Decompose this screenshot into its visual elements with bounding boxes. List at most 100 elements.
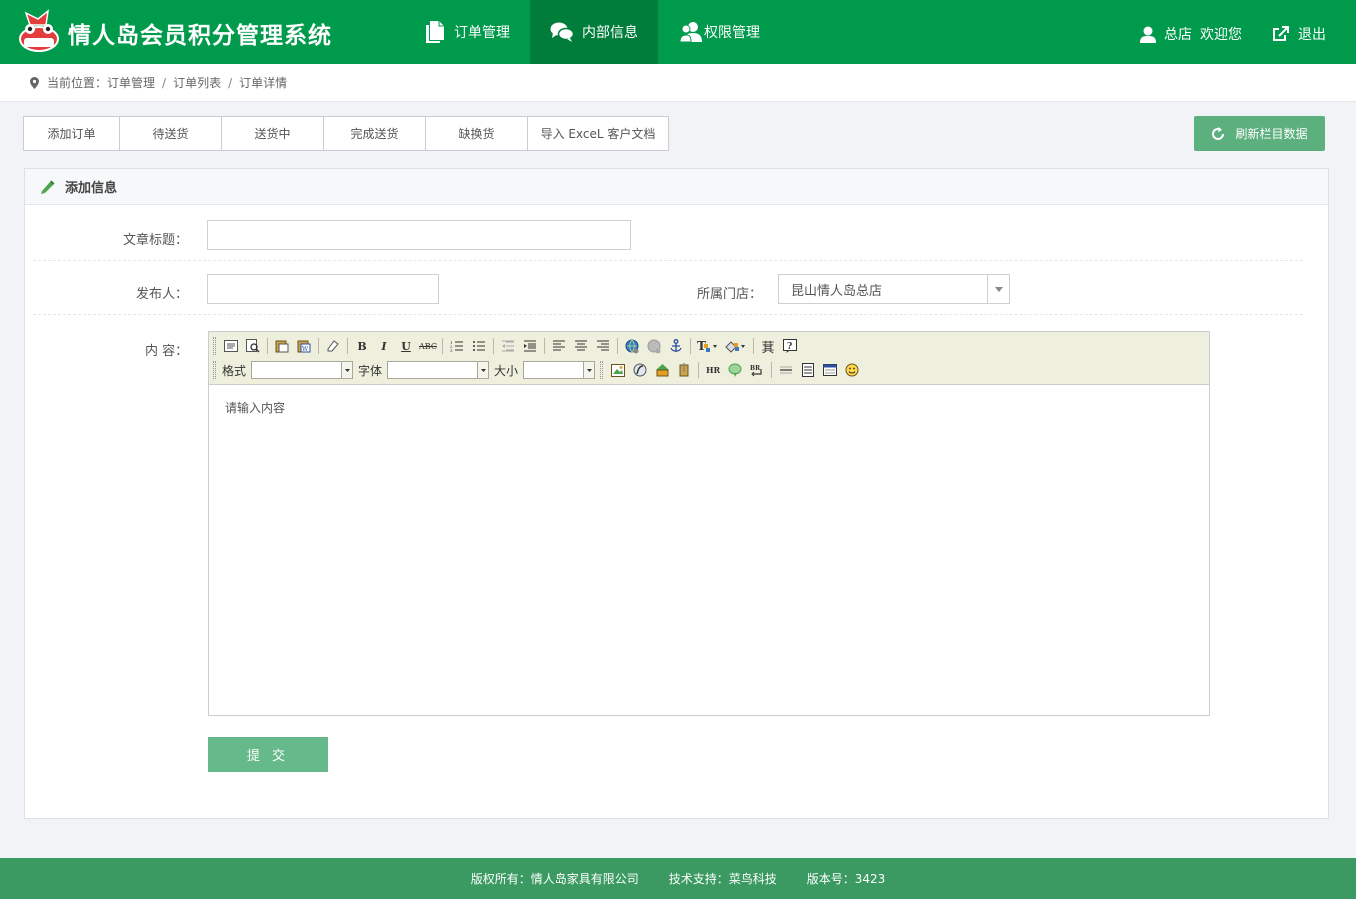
font-label: 字体 xyxy=(358,363,383,378)
submit-button[interactable]: 提 交 xyxy=(208,737,328,772)
nav-permission-management[interactable]: 权限管理 xyxy=(658,0,780,64)
preview-icon[interactable] xyxy=(242,336,264,356)
anchor-icon[interactable] xyxy=(665,336,687,356)
caret-down-icon xyxy=(994,286,1003,292)
breadcrumb-item-order-list[interactable]: 订单列表 xyxy=(173,74,221,91)
editor-content-area[interactable]: 请输入内容 xyxy=(209,385,1209,715)
help-icon[interactable]: ? xyxy=(779,336,801,356)
add-info-panel: 添加信息 文章标题： 发布人： 所属门店： 昆山情人岛总店 内 容： W B I… xyxy=(24,168,1329,819)
store-name: 总店 xyxy=(1164,27,1192,43)
tab-delivering[interactable]: 送货中 xyxy=(222,117,324,150)
footer-version: 版本号：3423 xyxy=(806,872,886,886)
background-color-icon[interactable] xyxy=(722,336,750,356)
image-icon[interactable] xyxy=(607,360,629,380)
toolbar-separator xyxy=(267,338,268,354)
unordered-list-icon[interactable] xyxy=(468,336,490,356)
publisher-input[interactable] xyxy=(207,274,439,304)
svg-text:BR: BR xyxy=(750,365,761,372)
flash-icon[interactable] xyxy=(629,360,651,380)
svg-text:W: W xyxy=(302,346,309,353)
panel-header: 添加信息 xyxy=(25,169,1328,205)
pencil-icon xyxy=(41,180,55,194)
panel-title: 添加信息 xyxy=(65,181,118,196)
tab-delivered[interactable]: 完成送货 xyxy=(324,117,426,150)
logout-button[interactable]: 退出 xyxy=(1272,24,1326,44)
ordered-list-icon[interactable]: 123 xyxy=(446,336,468,356)
eraser-icon[interactable] xyxy=(322,336,344,356)
line-break-icon[interactable]: BR xyxy=(746,360,768,380)
format-select[interactable] xyxy=(251,361,354,379)
toolbar-separator xyxy=(753,338,754,354)
toolbar-separator xyxy=(493,338,494,354)
italic-icon[interactable]: I xyxy=(373,336,395,356)
size-label: 大小 xyxy=(494,363,519,378)
footer-copyright: 版权所有：情人岛家具有限公司 xyxy=(470,872,639,886)
publisher-label: 发布人： xyxy=(135,287,188,302)
user-icon xyxy=(1140,26,1156,43)
caret-down-icon xyxy=(344,368,350,372)
refresh-data-button[interactable]: 刷新栏目数据 xyxy=(1194,116,1325,151)
document-icon xyxy=(426,21,444,43)
breadcrumb-prefix: 当前位置： xyxy=(47,76,108,90)
breadcrumb: 当前位置： 订单管理 / 订单列表 / 订单详情 xyxy=(0,64,1356,102)
toolbar-grip xyxy=(213,337,216,355)
size-select[interactable] xyxy=(523,361,596,379)
align-right-icon[interactable] xyxy=(592,336,614,356)
breadcrumb-item-order-management[interactable]: 订单管理 xyxy=(107,74,155,91)
editor-toolbar: W B I U ABC 123 T 萁 ? 格式 字体 大小 HR BR xyxy=(209,332,1209,385)
nav-internal-info[interactable]: 内部信息 xyxy=(530,0,658,64)
tab-out-of-stock[interactable]: 缺换货 xyxy=(426,117,528,150)
toolbar-separator xyxy=(544,338,545,354)
font-select[interactable] xyxy=(387,361,490,379)
order-tabs: 添加订单 待送货 送货中 完成送货 缺换货 导入 ExceL 客户文档 xyxy=(23,116,669,151)
source-icon[interactable] xyxy=(220,336,242,356)
bold-icon[interactable]: B xyxy=(351,336,373,356)
indent-icon[interactable] xyxy=(519,336,541,356)
table-icon[interactable]: HR xyxy=(702,360,724,380)
store-select[interactable]: 昆山情人岛总店 xyxy=(778,274,1010,304)
paste-icon[interactable] xyxy=(271,336,293,356)
form-row-publisher: 发布人： 所属门店： 昆山情人岛总店 xyxy=(33,261,1303,315)
unlink-icon[interactable] xyxy=(643,336,665,356)
traditional-chinese-icon[interactable]: 萁 xyxy=(757,336,779,356)
media-icon[interactable] xyxy=(651,360,673,380)
svg-text:3: 3 xyxy=(450,348,453,352)
tab-pending-delivery[interactable]: 待送货 xyxy=(120,117,222,150)
page-break-icon[interactable] xyxy=(797,360,819,380)
outdent-icon[interactable] xyxy=(497,336,519,356)
attachment-icon[interactable] xyxy=(673,360,695,380)
title-input[interactable] xyxy=(207,220,631,250)
editor-placeholder: 请输入内容 xyxy=(225,401,286,415)
tab-add-order[interactable]: 添加订单 xyxy=(24,117,120,150)
breadcrumb-item-order-detail: 订单详情 xyxy=(239,76,288,90)
text-color-icon[interactable]: T xyxy=(694,336,722,356)
horizontal-rule-icon[interactable] xyxy=(775,360,797,380)
content-label: 内 容： xyxy=(145,344,189,359)
paste-word-icon[interactable]: W xyxy=(293,336,315,356)
link-icon[interactable] xyxy=(621,336,643,356)
smiley-icon[interactable] xyxy=(841,360,863,380)
calendar-icon[interactable] xyxy=(819,360,841,380)
main-nav: 订单管理 内部信息 权限管理 xyxy=(404,0,780,64)
align-center-icon[interactable] xyxy=(570,336,592,356)
align-left-icon[interactable] xyxy=(548,336,570,356)
combo-arrow xyxy=(477,362,489,378)
combo-arrow xyxy=(583,362,595,378)
tab-import-excel[interactable]: 导入 ExceL 客户文档 xyxy=(528,117,668,150)
caret-down-icon xyxy=(586,368,592,372)
user-info: 总店 欢迎您 xyxy=(1140,24,1242,44)
toolbar-separator xyxy=(771,362,773,378)
format-label: 格式 xyxy=(222,363,247,378)
toolbar-separator xyxy=(690,338,691,354)
app-title: 情人岛会员积分管理系统 xyxy=(68,23,332,49)
comment-icon[interactable] xyxy=(724,360,746,380)
underline-icon[interactable]: U xyxy=(395,336,417,356)
strikethrough-icon[interactable]: ABC xyxy=(417,336,439,356)
nav-order-management[interactable]: 订单管理 xyxy=(404,0,530,64)
footer: 版权所有：情人岛家具有限公司 技术支持：菜鸟科技 版本号：3423 xyxy=(0,858,1356,899)
toolbar-separator xyxy=(442,338,443,354)
svg-text:?: ? xyxy=(787,342,792,352)
map-pin-icon xyxy=(30,76,39,89)
nav-label: 内部信息 xyxy=(582,25,638,41)
store-label: 所属门店： xyxy=(697,287,763,302)
